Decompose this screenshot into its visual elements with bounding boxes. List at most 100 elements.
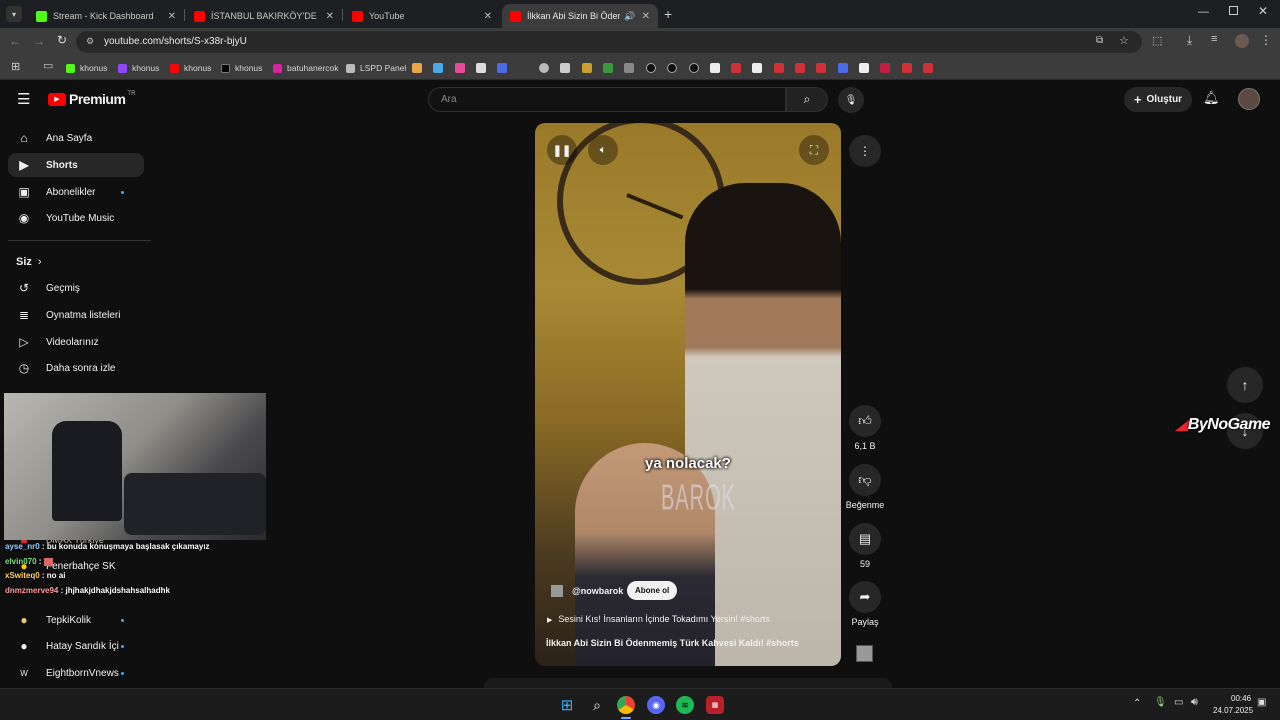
bookmark-icon[interactable] [902, 63, 912, 73]
bookmark-icon[interactable] [433, 63, 443, 73]
close-icon[interactable]: ✕ [168, 11, 176, 22]
bookmark-icon[interactable] [412, 63, 422, 73]
forward-button[interactable]: → [33, 34, 45, 48]
menu-icon[interactable]: ⋮ [1260, 33, 1272, 47]
folder-icon[interactable]: ▭ [43, 59, 53, 72]
star-icon[interactable]: ☆ [1119, 34, 1129, 47]
reload-button[interactable]: ↻ [57, 33, 67, 47]
bookmark-icon[interactable] [880, 63, 890, 73]
search-button[interactable]: ⌕ [786, 87, 828, 112]
volume-button[interactable]: 🔈︎ [588, 135, 618, 165]
extensions-icon[interactable]: ⬚ [1152, 34, 1162, 47]
notifications-icon[interactable]: 🔔︎ [1203, 90, 1220, 106]
dislike-button[interactable]: 👎︎ [849, 464, 881, 496]
video-title[interactable]: İlkkan Abi Sizin Bi Ödenmemiş Türk Kahve… [546, 638, 799, 648]
bookmark-icon[interactable] [455, 63, 465, 73]
sidebar-item-history[interactable]: ↺ Geçmiş [8, 276, 144, 300]
sidebar-item-youtube-music[interactable]: ◉ YouTube Music [8, 206, 144, 230]
back-button[interactable]: ← [9, 34, 21, 48]
pause-button[interactable]: ❚❚ [547, 135, 577, 165]
bookmark-khonus-kick[interactable]: khonus [66, 61, 107, 75]
bookmark-icon[interactable] [646, 63, 656, 73]
sidebar-item-watch-later[interactable]: ◷ Daha sonra izle [8, 356, 144, 380]
bookmark-khonus-x[interactable]: khonus [221, 61, 262, 75]
youtube-logo[interactable]: ▶ Premium TR [48, 91, 135, 107]
bookmark-icon[interactable] [795, 63, 805, 73]
bookmark-icon[interactable] [624, 63, 634, 73]
tab-ilkkan-active[interactable]: İlkkan Abi Sizin Bi Ödenme 🔊 ✕ [502, 4, 658, 28]
restore-button[interactable] [1229, 6, 1238, 15]
hamburger-menu-icon[interactable]: ☰ [17, 90, 30, 108]
sound-title[interactable]: ▶ Sesini Kıs! İnsanların İçinde Tokadımı … [547, 614, 770, 624]
minimize-button[interactable]: — [1198, 6, 1209, 18]
account-avatar[interactable] [1238, 88, 1260, 110]
tab-bakirkoy[interactable]: İSTANBUL BAKIRKÖY'DE 1 GÜN ✕ [186, 4, 342, 28]
address-bar[interactable]: ⚙ youtube.com/shorts/S-x38r-bjyU ⧉ ☆ [76, 31, 1142, 53]
close-icon[interactable]: ✕ [642, 11, 650, 22]
bookmark-icon[interactable] [752, 63, 762, 73]
more-options-button[interactable]: ⋮ [849, 135, 881, 167]
bookmark-khonus-twitch[interactable]: khonus [118, 61, 159, 75]
chevron-up-icon[interactable]: ⌃ [1133, 698, 1141, 709]
tab-search-button[interactable]: ▾ [6, 6, 22, 22]
sidebar-you-header[interactable]: Siz › [16, 256, 42, 268]
clock-date[interactable]: 24.07.2025 [1213, 706, 1253, 715]
bookmark-icon[interactable] [710, 63, 720, 73]
bookmark-khonus-youtube[interactable]: khonus [170, 61, 211, 75]
apps-icon[interactable]: ⊞ [11, 60, 20, 73]
bookmark-icon[interactable] [816, 63, 826, 73]
bookmark-batuhanercok[interactable]: batuhanercok [273, 61, 339, 75]
channel-avatar[interactable] [551, 585, 563, 597]
bookmark-icon[interactable] [539, 63, 549, 73]
fullscreen-button[interactable]: ⛶ [799, 135, 829, 165]
notification-center-icon[interactable]: ▣ [1257, 697, 1266, 708]
channel-name[interactable]: @nowbarok [572, 586, 623, 596]
create-button[interactable]: + Oluştur [1124, 87, 1192, 112]
tab-youtube[interactable]: YouTube ✕ [344, 4, 500, 28]
search-icon[interactable]: ⌕ [588, 696, 606, 714]
network-icon[interactable]: ▭ [1174, 697, 1183, 708]
bookmark-icon[interactable] [923, 63, 933, 73]
bookmark-lspd-panel[interactable]: LSPD Panel [346, 61, 406, 75]
like-button[interactable]: 👍︎ [849, 405, 881, 437]
close-icon[interactable]: ✕ [326, 11, 334, 22]
sidebar-item-your-videos[interactable]: ▷ Videolarınız [8, 330, 144, 354]
tab-kick-dashboard[interactable]: Stream - Kick Dashboard ✕ [28, 4, 184, 28]
sidebar-item-shorts[interactable]: ▶ Shorts [8, 153, 144, 177]
clock-time[interactable]: 00:46 [1231, 694, 1251, 703]
bookmark-icon[interactable] [603, 63, 613, 73]
bookmark-icon[interactable] [476, 63, 486, 73]
search-input[interactable]: Ara [428, 87, 786, 112]
bookmark-icon[interactable] [859, 63, 869, 73]
bookmark-icon[interactable] [667, 63, 677, 73]
voice-search-button[interactable]: 🎙 [838, 87, 864, 113]
download-icon[interactable]: ⤓ [1187, 33, 1192, 48]
mic-icon[interactable]: 🎙 [1154, 697, 1167, 708]
subscribe-button[interactable]: Abone ol [627, 581, 678, 600]
install-icon[interactable]: ⧉ [1096, 35, 1103, 46]
bookmark-icon[interactable] [582, 63, 592, 73]
sound-thumbnail[interactable] [856, 645, 873, 662]
share-button[interactable]: ➦ [849, 581, 881, 613]
bookmark-icon[interactable] [838, 63, 848, 73]
spotify-icon[interactable]: ≋ [676, 696, 694, 714]
close-icon[interactable]: ✕ [484, 11, 492, 22]
bookmark-icon[interactable] [560, 63, 570, 73]
previous-short-button[interactable]: ↑ [1227, 367, 1263, 403]
profile-avatar[interactable] [1235, 34, 1249, 48]
media-icon[interactable]: ≡ [1211, 33, 1217, 45]
comments-button[interactable]: ▤ [849, 523, 881, 555]
sidebar-item-home[interactable]: ⌂ Ana Sayfa [8, 126, 144, 150]
speaker-icon[interactable]: 🔊 [624, 11, 635, 22]
bookmark-icon[interactable] [774, 63, 784, 73]
site-info-icon[interactable]: ⚙ [86, 36, 94, 47]
app-icon[interactable]: ▦ [706, 696, 724, 714]
discord-icon[interactable]: ◉ [647, 696, 665, 714]
new-tab-button[interactable]: + [664, 6, 672, 22]
bookmark-icon[interactable] [731, 63, 741, 73]
bookmark-icon[interactable] [689, 63, 699, 73]
volume-icon[interactable]: 🔊︎ [1191, 696, 1198, 709]
bookmark-icon[interactable] [497, 63, 507, 73]
sidebar-item-playlists[interactable]: ≣ Oynatma listeleri [8, 303, 144, 327]
close-window-button[interactable]: ✕ [1258, 4, 1268, 18]
